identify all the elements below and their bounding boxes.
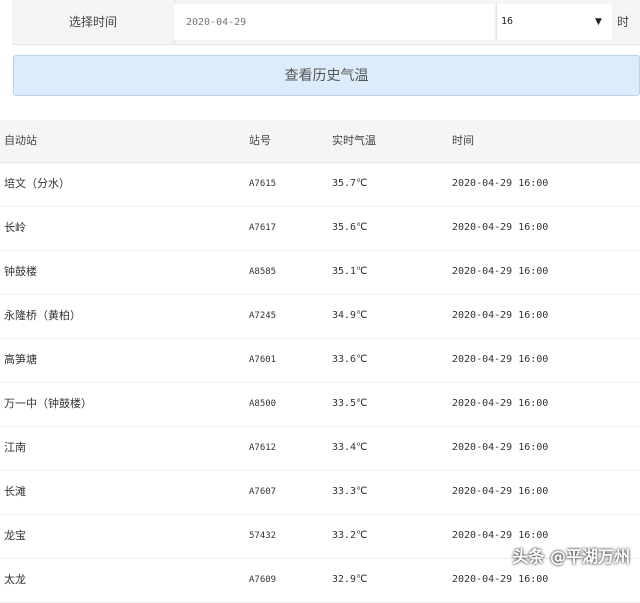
observation-time: 2020-04-29 16:00 <box>452 442 549 453</box>
temperature-table: 自动站 站号 实时气温 时间 培文（分水） A7615 35.7℃ 2020-0… <box>0 120 640 603</box>
hour-select[interactable]: 16 ▼ <box>496 4 612 40</box>
station-id: A7615 <box>249 179 277 189</box>
temperature: 33.5℃ <box>332 398 368 409</box>
header-station: 自动站 <box>4 134 37 147</box>
observation-time: 2020-04-29 16:00 <box>452 222 549 233</box>
header-station-id: 站号 <box>249 134 271 147</box>
station-name: 龙宝 <box>4 529 26 542</box>
station-name: 永隆桥（黄柏） <box>4 309 81 322</box>
temperature: 33.4℃ <box>332 442 368 453</box>
header-temperature: 实时气温 <box>332 134 376 147</box>
table-row: 长岭 A7617 35.6℃ 2020-04-29 16:00 <box>0 207 640 251</box>
station-id: A7617 <box>249 223 277 233</box>
temperature: 33.6℃ <box>332 354 368 365</box>
station-name: 长岭 <box>4 221 26 234</box>
observation-time: 2020-04-29 16:00 <box>452 486 549 497</box>
station-id: A7245 <box>249 311 277 321</box>
observation-time: 2020-04-29 16:00 <box>452 266 549 277</box>
temperature: 35.1℃ <box>332 266 368 277</box>
date-input[interactable] <box>174 4 494 40</box>
observation-time: 2020-04-29 16:00 <box>452 178 549 189</box>
station-name: 培文（分水） <box>4 177 70 190</box>
table-row: 江南 A7612 33.4℃ 2020-04-29 16:00 <box>0 427 640 471</box>
table-row: 永隆桥（黄柏） A7245 34.9℃ 2020-04-29 16:00 <box>0 295 640 339</box>
station-id: A8585 <box>249 267 277 277</box>
watermark-label: 头条 @平湖万州 <box>512 547 630 566</box>
station-id: A7609 <box>249 575 277 585</box>
temperature: 33.2℃ <box>332 530 368 541</box>
table-row: 长滩 A7607 33.3℃ 2020-04-29 16:00 <box>0 471 640 515</box>
temperature: 35.7℃ <box>332 178 368 189</box>
station-name: 钟鼓楼 <box>4 265 37 278</box>
station-name: 万一中（钟鼓楼） <box>4 397 92 410</box>
select-time-label: 选择时间 <box>12 0 175 44</box>
station-name: 江南 <box>4 441 26 454</box>
view-history-temperature-button[interactable]: 查看历史气温 <box>13 55 640 96</box>
station-id: 57432 <box>249 531 277 541</box>
temperature: 32.9℃ <box>332 574 368 585</box>
observation-time: 2020-04-29 16:00 <box>452 398 549 409</box>
station-id: A7607 <box>249 487 277 497</box>
station-id: A7612 <box>249 443 277 453</box>
station-name: 高笋塘 <box>4 353 37 366</box>
table-row: 培文（分水） A7615 35.7℃ 2020-04-29 16:00 <box>0 163 640 207</box>
station-name: 太龙 <box>4 573 26 586</box>
station-name: 长滩 <box>4 485 26 498</box>
station-id: A8500 <box>249 399 277 409</box>
hour-unit-label: 时 <box>617 15 630 29</box>
table-row: 万一中（钟鼓楼） A8500 33.5℃ 2020-04-29 16:00 <box>0 383 640 427</box>
hour-value: 16 <box>501 16 514 27</box>
station-id: A7601 <box>249 355 277 365</box>
dropdown-caret-icon: ▼ <box>595 17 602 27</box>
table-row: 高笋塘 A7601 33.6℃ 2020-04-29 16:00 <box>0 339 640 383</box>
table-header-row: 自动站 站号 实时气温 时间 <box>0 120 640 163</box>
observation-time: 2020-04-29 16:00 <box>452 310 549 321</box>
observation-time: 2020-04-29 16:00 <box>452 354 549 365</box>
temperature: 34.9℃ <box>332 310 368 321</box>
table-row: 钟鼓楼 A8585 35.1℃ 2020-04-29 16:00 <box>0 251 640 295</box>
header-time: 时间 <box>452 134 474 147</box>
temperature: 33.3℃ <box>332 486 368 497</box>
temperature: 35.6℃ <box>332 222 368 233</box>
